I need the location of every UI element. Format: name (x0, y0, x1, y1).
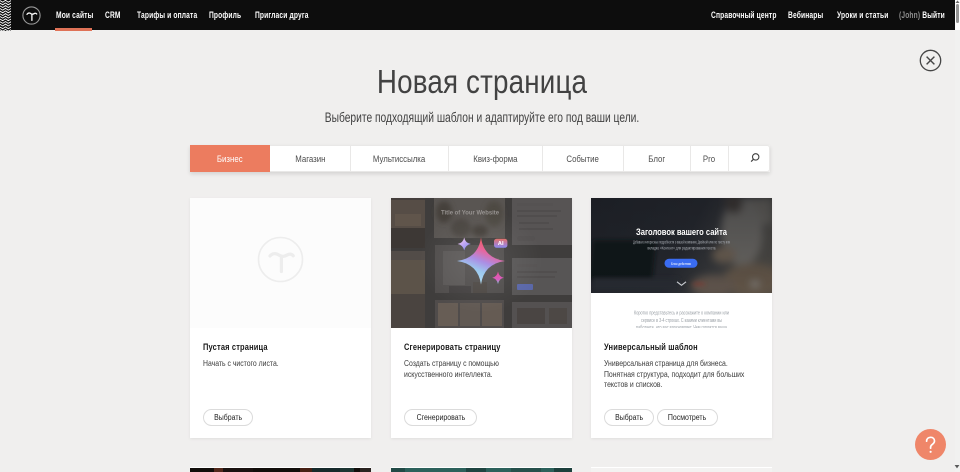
svg-text:вкладке «Контент» для редактир: вкладке «Контент» для редактирования тек… (648, 245, 716, 250)
svg-text:Блок действия: Блок действия (671, 262, 691, 266)
svg-text:Заголовок вашего сайта: Заголовок вашего сайта (636, 227, 728, 238)
svg-text:AI: AI (498, 241, 504, 247)
svg-text:сервисе в 3-4 строках. С каким: сервисе в 3-4 строках. С какими клиентам… (641, 318, 722, 324)
svg-text:Добавьте интересные подробност: Добавьте интересные подробности о вашей … (633, 239, 730, 244)
svg-text:работаете, что вас вдохновляет: работаете, что вас вдохновляет. Чем горд… (636, 325, 728, 328)
svg-text:Коротко представьтесь и расска: Коротко представьтесь и расскажите о ком… (634, 311, 729, 317)
